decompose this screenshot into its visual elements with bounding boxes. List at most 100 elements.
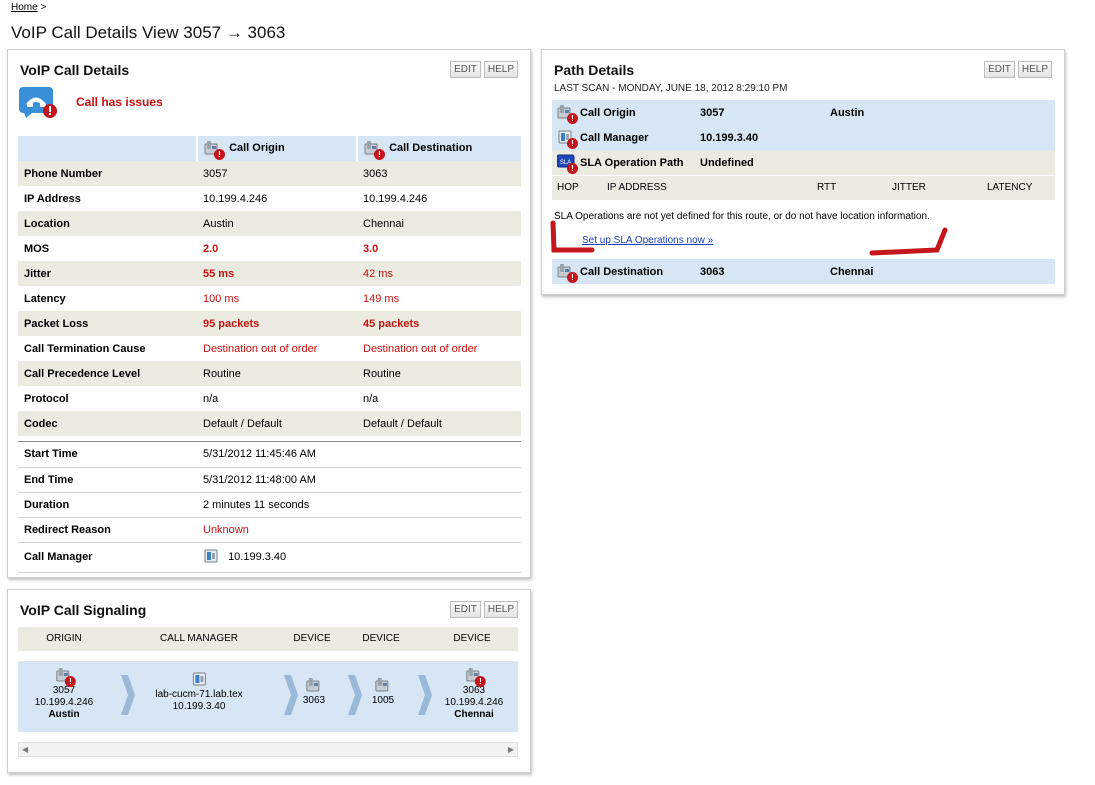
- desk-phone-alert-icon: !: [557, 104, 578, 124]
- origin-value: 3057: [197, 161, 357, 186]
- table-row: Phone Number 3057 3063: [18, 161, 521, 186]
- panel-title: VoIP Call Signaling: [20, 602, 147, 618]
- signaling-header-device: DEVICE: [453, 633, 491, 644]
- edit-button[interactable]: EDIT: [450, 601, 481, 618]
- origin-value: n/a: [203, 392, 219, 405]
- row-label: Protocol: [24, 392, 69, 405]
- breadcrumb-home-link[interactable]: Home: [11, 2, 38, 13]
- table-row: End Time 5/31/2012 11:48:00 AM: [18, 467, 521, 493]
- hop-header: HOP: [557, 182, 579, 193]
- origin-value: Austin: [197, 211, 357, 236]
- call-details-table: ! Call Origin ! Call Destination Phone N…: [18, 136, 521, 436]
- last-scan-text: LAST SCAN - MONDAY, JUNE 18, 2012 8:29:1…: [554, 83, 788, 94]
- row-label: Call Manager: [18, 542, 197, 573]
- table-header-blank: [18, 136, 197, 161]
- destination-value: Chennai: [357, 211, 521, 236]
- row-label: Redirect Reason: [18, 517, 197, 543]
- node-ip: 10.199.4.246: [34, 697, 94, 708]
- scroll-left-icon[interactable]: ◀: [22, 745, 28, 754]
- signaling-node-device: 1005: [372, 677, 394, 707]
- setup-sla-link[interactable]: Set up SLA Operations now »: [582, 235, 713, 246]
- call-manager-alert-icon: !: [557, 129, 578, 149]
- panel-buttons: EDIT HELP: [450, 61, 518, 78]
- row-label: Phone Number: [18, 161, 197, 186]
- signaling-node-call-manager: lab-cucm-71.lab.tex 10.199.3.40: [155, 671, 243, 713]
- origin-value: 100 ms: [203, 292, 240, 305]
- node-ip: 10.199.3.40: [172, 701, 226, 712]
- path-details-panel: Path Details EDIT HELP LAST SCAN - MONDA…: [541, 49, 1065, 295]
- path-sla-label: SLA Operation Path: [580, 156, 684, 169]
- signaling-header-row: ORIGIN CALL MANAGER DEVICE DEVICE DEVICE: [18, 627, 518, 651]
- destination-value: 3063: [357, 161, 521, 186]
- origin-value: Destination out of order: [203, 342, 318, 355]
- path-origin-value: 3057: [700, 106, 725, 119]
- desk-phone-alert-icon: !: [364, 140, 385, 160]
- chevron-right-icon: [284, 675, 298, 715]
- call-manager-icon: [190, 671, 208, 689]
- table-header-row: ! Call Origin ! Call Destination: [18, 136, 521, 161]
- help-button[interactable]: HELP: [1017, 61, 1052, 78]
- destination-value: 10.199.4.246: [363, 192, 428, 205]
- destination-value: 42 ms: [357, 261, 521, 286]
- path-row-destination: ! Call Destination 3063 Chennai: [552, 259, 1055, 284]
- origin-value: 55 ms: [197, 261, 357, 286]
- path-destination-city: Chennai: [830, 265, 874, 278]
- path-sla-value: Undefined: [700, 156, 754, 169]
- panel-buttons: EDIT HELP: [984, 61, 1052, 78]
- row-value: 5/31/2012 11:48:00 AM: [197, 467, 521, 493]
- signaling-header-call-manager: CALL MANAGER: [160, 633, 238, 644]
- desk-phone-alert-icon: !: [557, 263, 578, 283]
- latency-header: LATENCY: [987, 182, 1033, 193]
- edit-button[interactable]: EDIT: [450, 61, 481, 78]
- sla-alert-icon: SLA !: [556, 154, 578, 174]
- row-label: Jitter: [18, 261, 197, 286]
- voip-call-signaling-panel: VoIP Call Signaling EDIT HELP ORIGIN CAL…: [7, 589, 531, 773]
- signaling-header-device: DEVICE: [362, 633, 400, 644]
- row-label: Packet Loss: [18, 311, 197, 336]
- desk-phone-alert-icon: !: [55, 667, 76, 687]
- call-issue-row: Call has issues: [18, 85, 163, 119]
- path-row-origin: ! Call Origin 3057 Austin: [552, 100, 1055, 125]
- row-label: End Time: [18, 467, 197, 493]
- horizontal-scrollbar[interactable]: ◀ ▶: [18, 742, 518, 757]
- row-value: 5/31/2012 11:45:46 AM: [197, 442, 521, 468]
- destination-value: Destination out of order: [363, 342, 478, 355]
- table-row: Codec Default / Default Default / Defaul…: [18, 411, 521, 436]
- node-location: Chennai: [454, 709, 494, 720]
- signaling-node-destination: ! 3063 10.199.4.246 Chennai: [445, 667, 503, 721]
- row-label: MOS: [24, 242, 50, 255]
- origin-value: Default / Default: [197, 411, 357, 436]
- table-row: MOS 2.0 3.0: [18, 236, 521, 261]
- hop-header-row: HOP IP ADDRESS RTT JITTER LATENCY: [552, 176, 1055, 200]
- help-button[interactable]: HELP: [483, 61, 518, 78]
- edit-button[interactable]: EDIT: [984, 61, 1015, 78]
- row-label: Latency: [24, 292, 66, 305]
- row-label: Codec: [18, 411, 197, 436]
- scroll-right-icon[interactable]: ▶: [508, 745, 514, 754]
- jitter-header: JITTER: [892, 182, 926, 193]
- row-label: Call Termination Cause: [24, 342, 146, 355]
- page-title: VoIP Call Details View 3057 → 3063: [11, 23, 286, 42]
- destination-value: 3.0: [363, 242, 379, 255]
- call-timing-table: Start Time 5/31/2012 11:45:46 AM End Tim…: [18, 442, 521, 573]
- call-manager-value: 10.199.3.40: [228, 550, 287, 563]
- table-row: Start Time 5/31/2012 11:45:46 AM: [18, 442, 521, 468]
- path-manager-value: 10.199.3.40: [700, 131, 759, 144]
- chevron-right-icon: [348, 675, 362, 715]
- rtt-header: RTT: [817, 182, 837, 193]
- row-value: 2 minutes 11 seconds: [197, 492, 521, 518]
- voip-call-details-panel: VoIP Call Details EDIT HELP Call has iss…: [7, 49, 531, 578]
- desk-phone-alert-icon: !: [204, 140, 225, 160]
- column-header-destination: ! Call Destination: [356, 136, 521, 161]
- table-row: Redirect Reason Unknown: [18, 517, 521, 543]
- help-button[interactable]: HELP: [483, 601, 518, 618]
- panel-title: VoIP Call Details: [20, 62, 130, 78]
- row-label: Start Time: [18, 442, 197, 468]
- breadcrumb: Home >: [11, 2, 46, 13]
- breadcrumb-separator: >: [40, 2, 47, 13]
- origin-value: 95 packets: [197, 311, 357, 336]
- panel-buttons: EDIT HELP: [450, 601, 518, 618]
- signaling-header-origin: ORIGIN: [46, 633, 82, 644]
- path-origin-city: Austin: [830, 106, 865, 119]
- table-row: IP Address 10.199.4.246 10.199.4.246: [18, 186, 521, 211]
